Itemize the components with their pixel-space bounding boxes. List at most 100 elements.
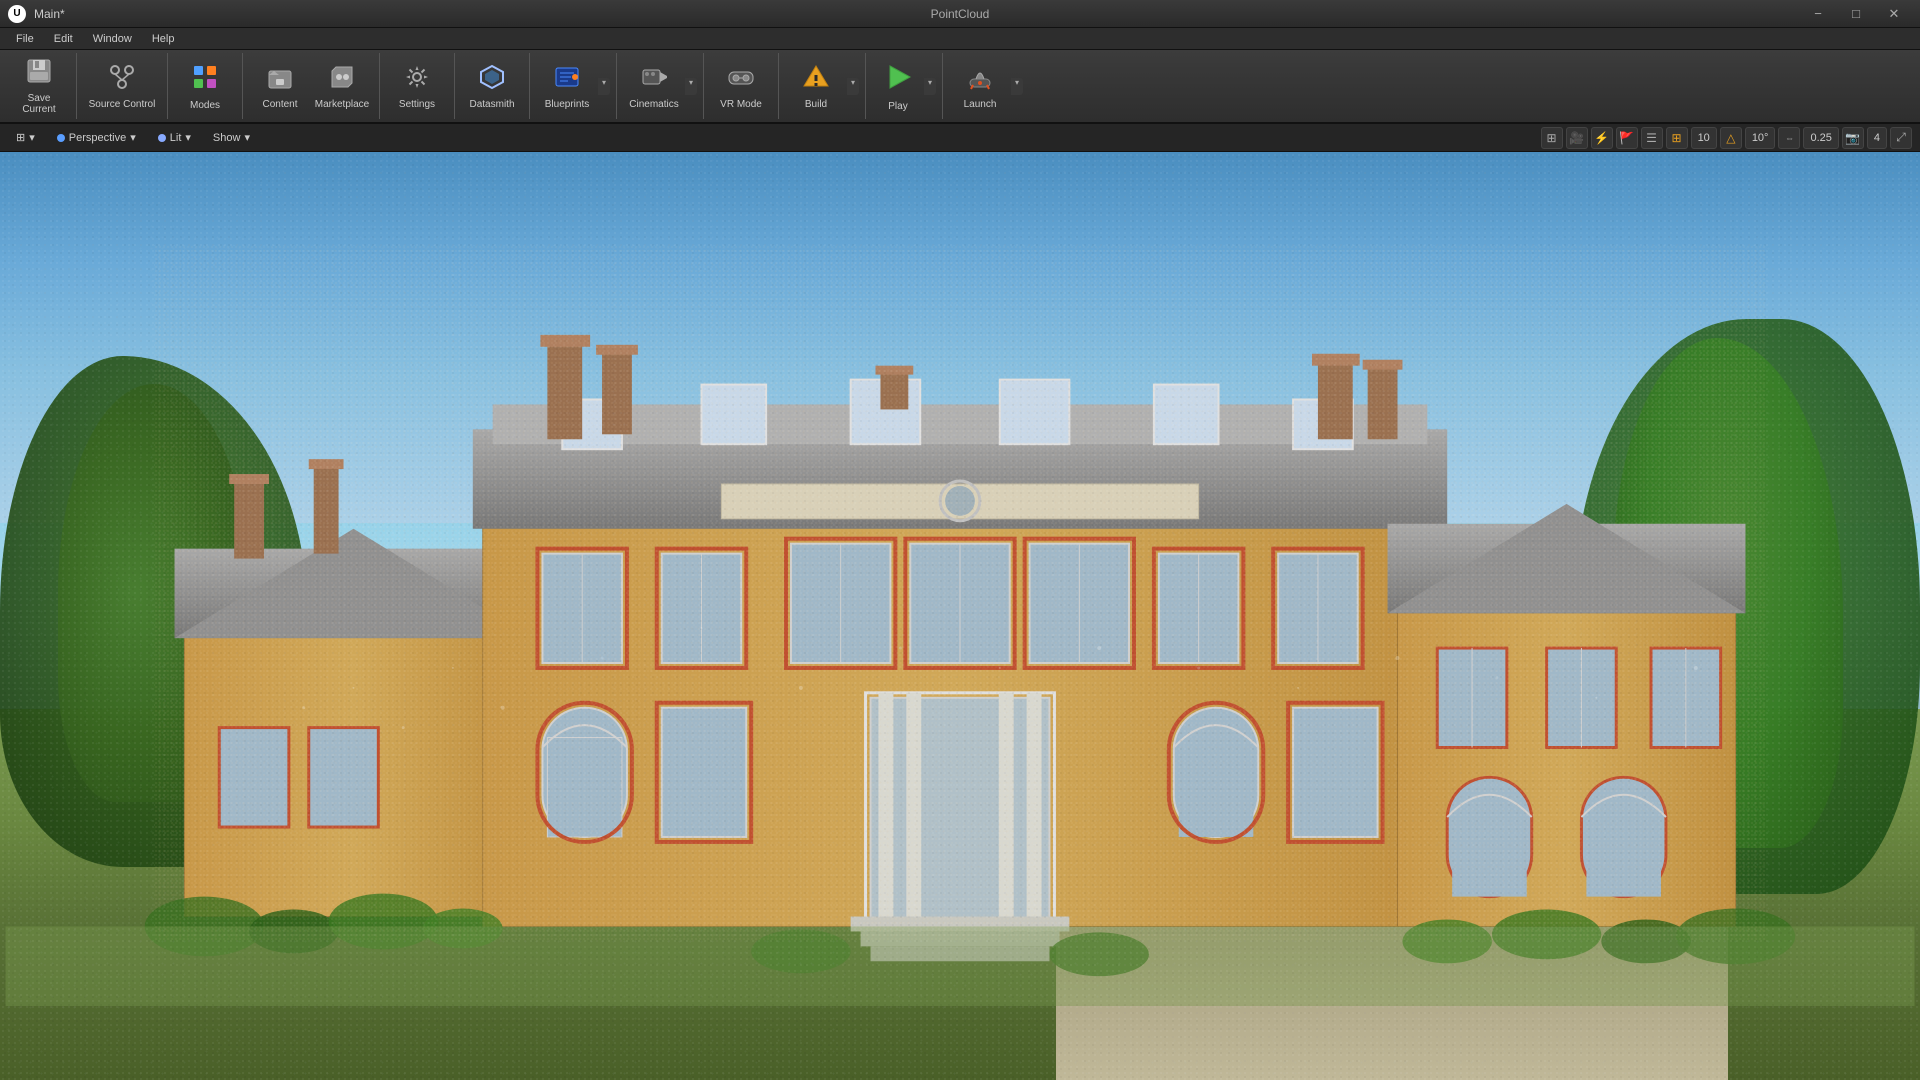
play-dropdown[interactable]: ▾ (924, 78, 936, 95)
toolbar-group-launch: Launch ▾ (949, 53, 1029, 119)
toolbar-group-source: Source Control (83, 53, 168, 119)
blueprints-button[interactable]: Blueprints (536, 55, 598, 117)
menu-window[interactable]: Window (83, 31, 142, 47)
lit-arrow: ▾ (185, 131, 191, 144)
toolbar-group-build: Build ▾ (785, 53, 866, 119)
toolbar-group-content: Content Marketplace (249, 53, 380, 119)
launch-button[interactable]: Launch (949, 55, 1011, 117)
toolbar-group-settings: Settings (386, 53, 455, 119)
datasmith-label: Datasmith (469, 99, 514, 110)
main-content (0, 152, 1920, 1080)
launch-label: Launch (964, 99, 997, 110)
view-modes-button[interactable]: ☰ (1641, 127, 1663, 149)
source-control-icon (108, 63, 136, 95)
lit-dot (158, 134, 166, 142)
launch-dropdown[interactable]: ▾ (1011, 78, 1023, 95)
save-current-button[interactable]: Save Current (8, 55, 70, 117)
project-name: PointCloud (931, 7, 990, 21)
toolbar-group-datasmith: Datasmith (461, 53, 530, 119)
play-button[interactable]: Play (872, 55, 924, 117)
viewport-options-button[interactable]: ⊞ ▾ (8, 127, 43, 149)
title-bar-right: − □ ✕ (1800, 3, 1912, 25)
content-button[interactable]: Content (249, 55, 311, 117)
viewport-options-arrow: ▾ (29, 131, 35, 144)
camera-speed-icon: 📷 (1842, 127, 1864, 149)
modes-icon (190, 62, 220, 96)
perspective-label: Perspective (69, 132, 126, 144)
camera-speed-value[interactable]: 4 (1867, 127, 1887, 149)
play-label: Play (888, 101, 907, 112)
save-current-label: Save Current (10, 93, 68, 115)
camera-speed-label: 4 (1874, 132, 1880, 144)
maximize-button[interactable]: □ (1838, 3, 1874, 25)
viewport-scene[interactable] (0, 152, 1920, 1080)
building-svg (0, 310, 1920, 1006)
show-button[interactable]: Show ▾ (205, 127, 258, 149)
marketplace-button[interactable]: Marketplace (311, 55, 373, 117)
blueprints-label: Blueprints (545, 99, 589, 110)
settings-icon (403, 63, 431, 95)
fullscreen-button[interactable]: ⤢ (1890, 127, 1912, 149)
build-icon (802, 63, 830, 95)
grid-icon: ⊞ (1666, 127, 1688, 149)
scale-snap-icon: ⇔ (1778, 127, 1800, 149)
modes-label: Modes (190, 100, 220, 111)
menu-edit[interactable]: Edit (44, 31, 83, 47)
toolbar-group-vr: VR Mode (710, 53, 779, 119)
blueprints-dropdown[interactable]: ▾ (598, 78, 610, 95)
perspective-button[interactable]: Perspective ▾ (49, 127, 144, 149)
cinematics-dropdown[interactable]: ▾ (685, 78, 697, 95)
show-label: Show (213, 132, 241, 144)
show-flags-button[interactable]: 🚩 (1616, 127, 1638, 149)
vr-mode-label: VR Mode (720, 99, 762, 110)
lit-button[interactable]: Lit ▾ (150, 127, 199, 149)
perspective-arrow: ▾ (130, 131, 136, 144)
vr-mode-button[interactable]: VR Mode (710, 55, 772, 117)
build-dropdown[interactable]: ▾ (847, 78, 859, 95)
scale-snap-value[interactable]: 0.25 (1803, 127, 1838, 149)
viewport-right-controls: ⊞ 🎥 ⚡ 🚩 ☰ ⊞ 10 △ 10° ⇔ 0.25 📷 4 ⤢ (1541, 127, 1912, 149)
close-button[interactable]: ✕ (1876, 3, 1912, 25)
cinematics-label: Cinematics (629, 99, 678, 110)
menu-help[interactable]: Help (142, 31, 185, 47)
settings-label: Settings (399, 99, 435, 110)
show-arrow: ▾ (244, 131, 250, 144)
content-icon (266, 63, 294, 95)
content-label: Content (262, 99, 297, 110)
settings-button[interactable]: Settings (386, 55, 448, 117)
source-control-label: Source Control (89, 99, 156, 110)
rotation-snap-value[interactable]: 10° (1745, 127, 1776, 149)
cinematics-icon (640, 63, 668, 95)
rotation-snap-label: 10° (1752, 132, 1769, 144)
toolbar: Save Current Source Control (0, 50, 1920, 124)
viewport-bar: ⊞ ▾ Perspective ▾ Lit ▾ Show ▾ ⊞ 🎥 ⚡ 🚩 ☰… (0, 124, 1920, 152)
ue-logo: U (8, 5, 26, 23)
toolbar-group-cinematics: Cinematics ▾ (623, 53, 704, 119)
menu-file[interactable]: File (6, 31, 44, 47)
datasmith-icon (478, 63, 506, 95)
menu-bar: File Edit Window Help (0, 28, 1920, 50)
build-button[interactable]: Build (785, 55, 847, 117)
realtime-button[interactable]: ⚡ (1591, 127, 1613, 149)
perspective-dot (57, 134, 65, 142)
toolbar-group-save: Save Current (8, 53, 77, 119)
title-text: Main* (34, 7, 65, 21)
cinematics-button[interactable]: Cinematics (623, 55, 685, 117)
viewport-options-icon: ⊞ (16, 131, 25, 144)
modes-button[interactable]: Modes (174, 55, 236, 117)
save-icon (25, 57, 53, 89)
launch-icon (966, 63, 994, 95)
minimize-button[interactable]: − (1800, 3, 1836, 25)
rotation-snap-icon: △ (1720, 127, 1742, 149)
grid-snap-value[interactable]: 10 (1691, 127, 1717, 149)
source-control-button[interactable]: Source Control (83, 55, 161, 117)
title-bar: U Main* PointCloud − □ ✕ (0, 0, 1920, 28)
marketplace-label: Marketplace (315, 99, 369, 110)
lit-label: Lit (170, 132, 182, 144)
datasmith-button[interactable]: Datasmith (461, 55, 523, 117)
viewport-maximize-button[interactable]: ⊞ (1541, 127, 1563, 149)
toolbar-group-play: Play ▾ (872, 53, 943, 119)
vr-mode-icon (727, 63, 755, 95)
scale-snap-label: 0.25 (1810, 132, 1831, 144)
camera-speed-button[interactable]: 🎥 (1566, 127, 1588, 149)
